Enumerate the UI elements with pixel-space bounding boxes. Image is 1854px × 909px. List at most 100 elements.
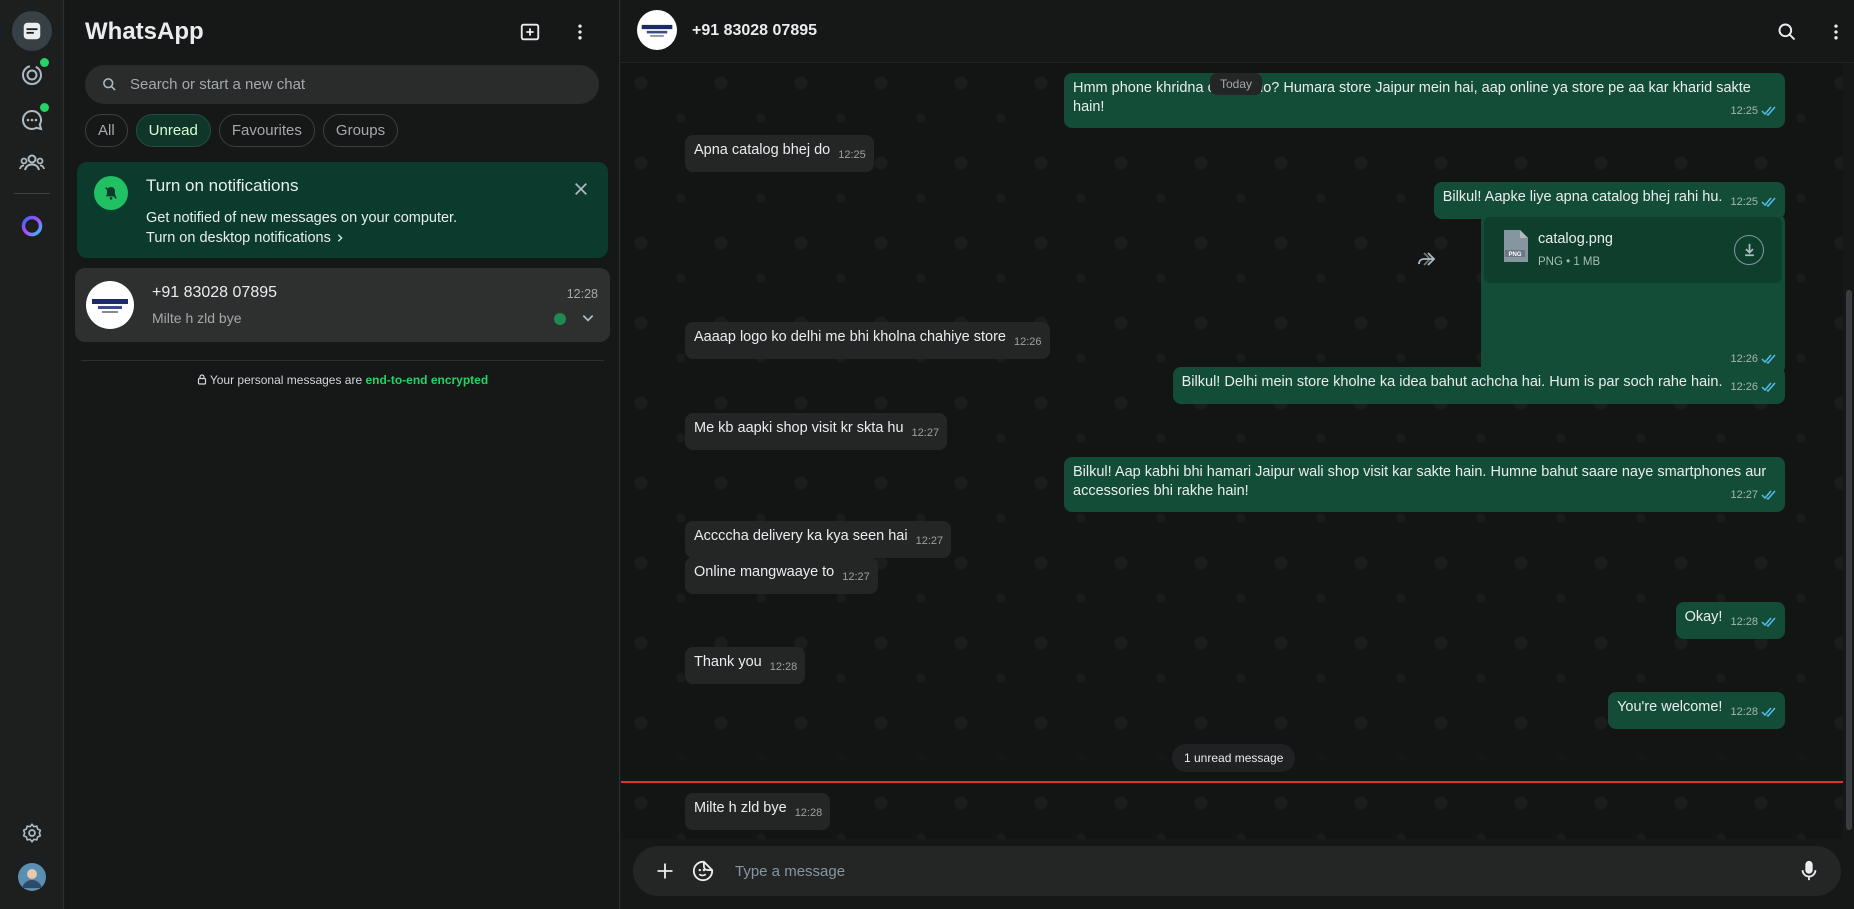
- incoming-message[interactable]: Online mangwaaye to 12:27: [685, 557, 878, 594]
- message-input[interactable]: [735, 846, 1785, 896]
- notification-link-label: Turn on desktop notifications: [146, 230, 331, 246]
- incoming-message[interactable]: Me kb aapki shop visit kr skta hu 12:27: [685, 413, 948, 450]
- message-text: Aaaap logo ko delhi me bhi kholna chahiy…: [694, 329, 1006, 345]
- read-receipt-icon: [1761, 354, 1776, 364]
- conversation-contact-name[interactable]: +91 83028 07895: [692, 22, 817, 40]
- message-text: You're welcome!: [1617, 699, 1723, 715]
- voice-message-button[interactable]: [1789, 851, 1829, 891]
- conversation-header[interactable]: +91 83028 07895: [621, 0, 1854, 63]
- message-text: Thank you: [694, 654, 762, 670]
- incoming-message[interactable]: Milte h zld bye 12:28: [685, 793, 831, 830]
- status-icon: [22, 65, 42, 85]
- meta-ai-nav-button[interactable]: [12, 206, 52, 246]
- message-time: 12:25: [1730, 196, 1758, 208]
- outgoing-message[interactable]: Hmm phone khridna chahte ho? Humara stor…: [1064, 73, 1785, 128]
- filter-groups[interactable]: Groups: [322, 114, 399, 147]
- message-time: 12:28: [769, 661, 798, 673]
- incoming-message[interactable]: Aaaap logo ko delhi me bhi kholna chahiy…: [685, 322, 1050, 359]
- message-text: Milte h zld bye: [694, 800, 787, 816]
- message-list[interactable]: Today Hmm phone khridna chahte ho? Humar…: [621, 63, 1843, 839]
- message-time: 12:26: [1730, 381, 1758, 393]
- message-time: 12:27: [911, 427, 940, 439]
- chat-list-item[interactable]: +91 83028 07895 12:28 Milte h zld bye: [75, 268, 610, 342]
- chat-contact-name: +91 83028 07895: [152, 284, 278, 301]
- outgoing-message[interactable]: Okay! 12:28: [1675, 602, 1785, 639]
- sticker-button[interactable]: [683, 851, 723, 891]
- list-divider: [81, 360, 604, 361]
- file-meta: PNG • 1 MB: [1538, 256, 1601, 268]
- list-menu-button[interactable]: [560, 12, 600, 52]
- read-receipt-icon: [1761, 106, 1776, 116]
- attach-button[interactable]: [645, 851, 685, 891]
- message-text: Bilkul! Delhi mein store kholne ka idea …: [1181, 374, 1723, 390]
- message-time: 12:26: [1730, 353, 1758, 365]
- outgoing-message[interactable]: Bilkul! Delhi mein store kholne ka idea …: [1172, 367, 1785, 404]
- filter-chips: All Unread Favourites Groups: [85, 114, 399, 147]
- microphone-icon: [1801, 860, 1817, 881]
- unread-count-label: 1 unread message: [1172, 744, 1296, 772]
- conversation-menu-button[interactable]: [1816, 12, 1854, 52]
- status-nav-button[interactable]: [12, 55, 52, 95]
- search-messages-button[interactable]: [1767, 12, 1807, 52]
- outgoing-message[interactable]: Bilkul! Aap kabhi bhi hamari Jaipur wali…: [1064, 457, 1785, 512]
- message-composer: [633, 846, 1841, 896]
- plus-icon: [657, 863, 673, 879]
- app-title: WhatsApp: [85, 18, 204, 45]
- navigation-rail: [0, 0, 64, 909]
- png-file-icon: PNG: [1504, 230, 1528, 262]
- filter-all[interactable]: All: [85, 114, 128, 147]
- chat-search-bar: [85, 65, 599, 104]
- header-avatar[interactable]: [637, 10, 677, 50]
- encryption-link[interactable]: end-to-end encrypted: [366, 373, 489, 387]
- new-chat-button[interactable]: [510, 12, 550, 52]
- settings-nav-button[interactable]: [12, 813, 52, 853]
- read-receipt-icon: [1761, 707, 1776, 717]
- channels-icon: [22, 109, 43, 131]
- download-icon: [1744, 243, 1754, 257]
- more-vertical-icon: [578, 24, 582, 40]
- profile-avatar: [18, 863, 46, 891]
- communities-icon: [19, 154, 45, 171]
- search-input[interactable]: [130, 65, 580, 104]
- settings-icon: [22, 823, 42, 843]
- incoming-message[interactable]: Thank you 12:28: [685, 647, 806, 684]
- chat-options-button[interactable]: [578, 308, 598, 328]
- file-attachment[interactable]: PNG catalog.png PNG • 1 MB: [1484, 217, 1782, 283]
- notification-close-button[interactable]: [566, 174, 596, 204]
- channels-nav-button[interactable]: [12, 100, 52, 140]
- message-scrollbar[interactable]: [1846, 290, 1852, 830]
- incoming-message[interactable]: Accccha delivery ka kya seen hai 12:27: [685, 521, 952, 558]
- file-type-badge: PNG: [1508, 252, 1521, 258]
- search-icon: [1778, 23, 1796, 41]
- notification-banner: Turn on notifications Get notified of ne…: [77, 162, 608, 258]
- communities-nav-button[interactable]: [12, 143, 52, 183]
- outgoing-message[interactable]: You're welcome! 12:28: [1608, 692, 1785, 729]
- notification-body: Get notified of new messages on your com…: [146, 208, 457, 248]
- profile-button[interactable]: [12, 857, 52, 897]
- notification-title: Turn on notifications: [146, 176, 299, 195]
- notification-link[interactable]: Turn on desktop notifications: [146, 228, 457, 248]
- contact-avatar: [86, 281, 134, 329]
- message-time: 12:25: [1730, 105, 1758, 117]
- chats-nav-button[interactable]: [12, 11, 52, 51]
- message-text: Okay!: [1684, 609, 1723, 625]
- filter-favourites[interactable]: Favourites: [218, 114, 315, 147]
- message-time: 12:28: [1730, 616, 1758, 628]
- conversation-panel: +91 83028 07895 Today Hmm phone khridna …: [621, 0, 1854, 909]
- message-time: 12:27: [915, 535, 944, 547]
- incoming-message[interactable]: Apna catalog bhej do 12:25: [685, 135, 874, 172]
- read-receipt-icon: [1761, 197, 1776, 207]
- search-icon: [103, 78, 116, 91]
- message-text: Apna catalog bhej do: [694, 142, 831, 158]
- chevron-down-icon: [582, 315, 594, 322]
- forward-icon: [1418, 252, 1436, 266]
- chats-icon: [23, 22, 41, 40]
- rail-divider: [14, 193, 50, 194]
- filter-unread[interactable]: Unread: [135, 114, 211, 147]
- message-text: Hmm phone khridna chahte ho? Humara stor…: [1073, 80, 1751, 115]
- outgoing-file-message[interactable]: PNG catalog.png PNG • 1 MB 12:26: [1481, 214, 1785, 374]
- chevron-right-icon: [337, 234, 343, 242]
- download-button[interactable]: [1734, 235, 1764, 265]
- forward-button[interactable]: [1417, 251, 1439, 269]
- status-new-indicator: [40, 58, 49, 67]
